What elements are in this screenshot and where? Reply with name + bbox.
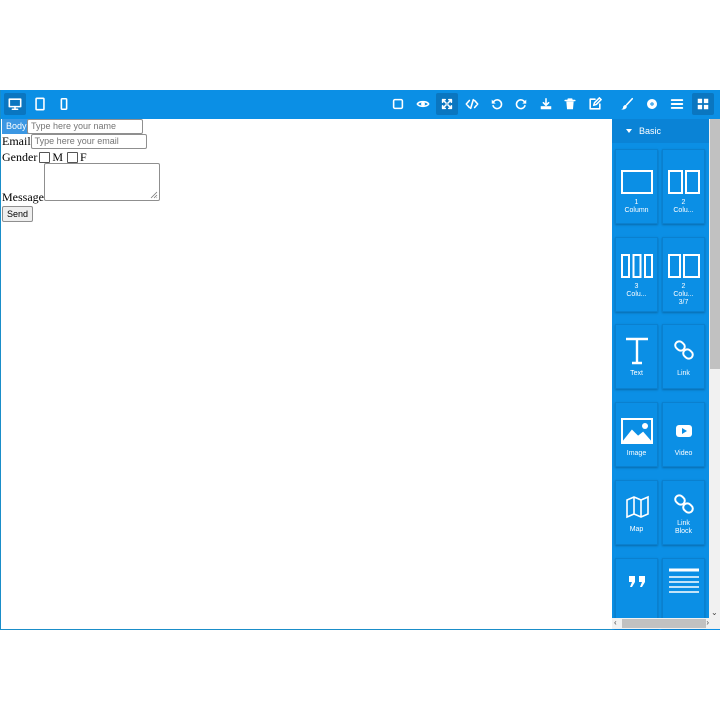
import-button[interactable] [535, 93, 557, 115]
email-label: Email [2, 134, 31, 148]
block-label: 2 Colu... [673, 199, 694, 214]
trait-manager-button[interactable] [641, 93, 663, 115]
block-link-block[interactable]: Link Block [662, 480, 705, 545]
preview-eye-icon [416, 100, 430, 108]
blocks-vertical-scrollbar[interactable]: ⌄ [709, 119, 720, 619]
device-desktop-button[interactable] [4, 93, 26, 115]
block-map[interactable]: Map [615, 480, 658, 545]
trash-icon [564, 98, 576, 110]
edit-icon [589, 97, 602, 110]
block-label: Text [630, 370, 643, 377]
resize-grip-icon[interactable] [150, 191, 158, 199]
block-video[interactable]: Video [662, 402, 705, 467]
scrollbar-thumb[interactable] [710, 119, 720, 369]
editor-canvas[interactable]: Body Type here your name Email Type here… [2, 119, 612, 629]
text-icon [625, 337, 648, 365]
email-row: Email Type here your email [2, 134, 147, 149]
category-basic[interactable]: Basic [612, 119, 709, 143]
fullscreen-button[interactable] [436, 93, 458, 115]
block-label: 3 Colu... [626, 283, 647, 298]
three-column-icon [620, 254, 653, 278]
category-title: Basic [639, 126, 662, 136]
paint-brush-icon [621, 97, 634, 110]
tablet-icon [35, 97, 45, 111]
message-row: Message [2, 163, 160, 204]
scrollbar-thumb[interactable] [622, 619, 706, 628]
map-icon [625, 495, 649, 519]
layers-menu-icon [670, 99, 684, 109]
block-label: Map [629, 526, 644, 533]
one-column-icon [620, 170, 653, 194]
block-label: Image [626, 450, 647, 457]
device-mobile-button[interactable] [53, 93, 75, 115]
block-label: Link Block [674, 520, 693, 535]
edit-button[interactable] [584, 93, 606, 115]
video-icon [675, 425, 692, 437]
clear-canvas-button[interactable] [559, 93, 581, 115]
undo-button[interactable] [486, 93, 508, 115]
name-input[interactable]: Type here your name [27, 119, 143, 134]
fullscreen-icon [441, 98, 453, 110]
layer-manager-button[interactable] [666, 93, 688, 115]
caret-down-icon [626, 129, 632, 133]
block-label: Video [674, 450, 693, 457]
blocks-horizontal-scrollbar[interactable]: ‹ › [612, 618, 720, 629]
message-textarea[interactable] [44, 163, 160, 201]
style-manager-button[interactable] [616, 93, 638, 115]
blocks-panel: Basic 1 Column 2 Colu... 3 Colu... 2 Col… [612, 119, 720, 630]
desktop-icon [8, 98, 22, 111]
send-button[interactable]: Send [2, 206, 34, 222]
code-icon [465, 98, 479, 110]
code-button[interactable] [461, 93, 483, 115]
import-download-icon [540, 97, 552, 110]
block-1-column[interactable]: 1 Column [615, 149, 658, 224]
quote-icon [628, 576, 645, 587]
sw-visibility-icon [392, 98, 404, 110]
undo-icon [491, 99, 503, 110]
blocks-button[interactable] [692, 93, 714, 115]
chevron-left-icon[interactable]: ‹ [614, 618, 617, 627]
message-label: Message [2, 190, 44, 204]
preview-button[interactable] [412, 93, 434, 115]
image-icon [620, 418, 653, 444]
link-block-icon [673, 494, 694, 514]
block-text[interactable]: Text [615, 324, 658, 389]
gear-icon [647, 99, 657, 109]
blocks-grid-icon [697, 98, 709, 110]
redo-button[interactable] [510, 93, 532, 115]
chevron-right-icon[interactable]: › [706, 618, 709, 627]
link-icon [673, 340, 694, 360]
email-input[interactable]: Type here your email [30, 134, 147, 149]
mobile-icon [60, 97, 68, 111]
gender-f-checkbox[interactable] [67, 152, 78, 163]
block-label: 1 Column [624, 199, 649, 214]
chevron-down-icon[interactable]: ⌄ [711, 608, 718, 617]
block-link[interactable]: Link [662, 324, 705, 389]
block-2-columns[interactable]: 2 Colu... [662, 149, 705, 224]
two-column-icon [667, 170, 700, 194]
two-column-37-icon [667, 254, 700, 278]
editor-frame: Body Type here your name Email Type here… [0, 90, 720, 630]
text-section-icon [668, 568, 699, 593]
block-label: 2 Colu... 3/7 [673, 283, 694, 306]
block-3-columns[interactable]: 3 Colu... [615, 237, 658, 312]
block-label: Link [677, 370, 690, 377]
top-toolbar [1, 90, 720, 119]
sw-visibility-button[interactable] [387, 93, 409, 115]
redo-icon [515, 99, 527, 110]
name-row: Type here your name [27, 119, 143, 134]
block-image[interactable]: Image [615, 402, 658, 467]
gender-m-checkbox[interactable] [39, 152, 51, 163]
block-2-columns-37[interactable]: 2 Colu... 3/7 [662, 237, 705, 312]
device-tablet-button[interactable] [29, 93, 51, 115]
